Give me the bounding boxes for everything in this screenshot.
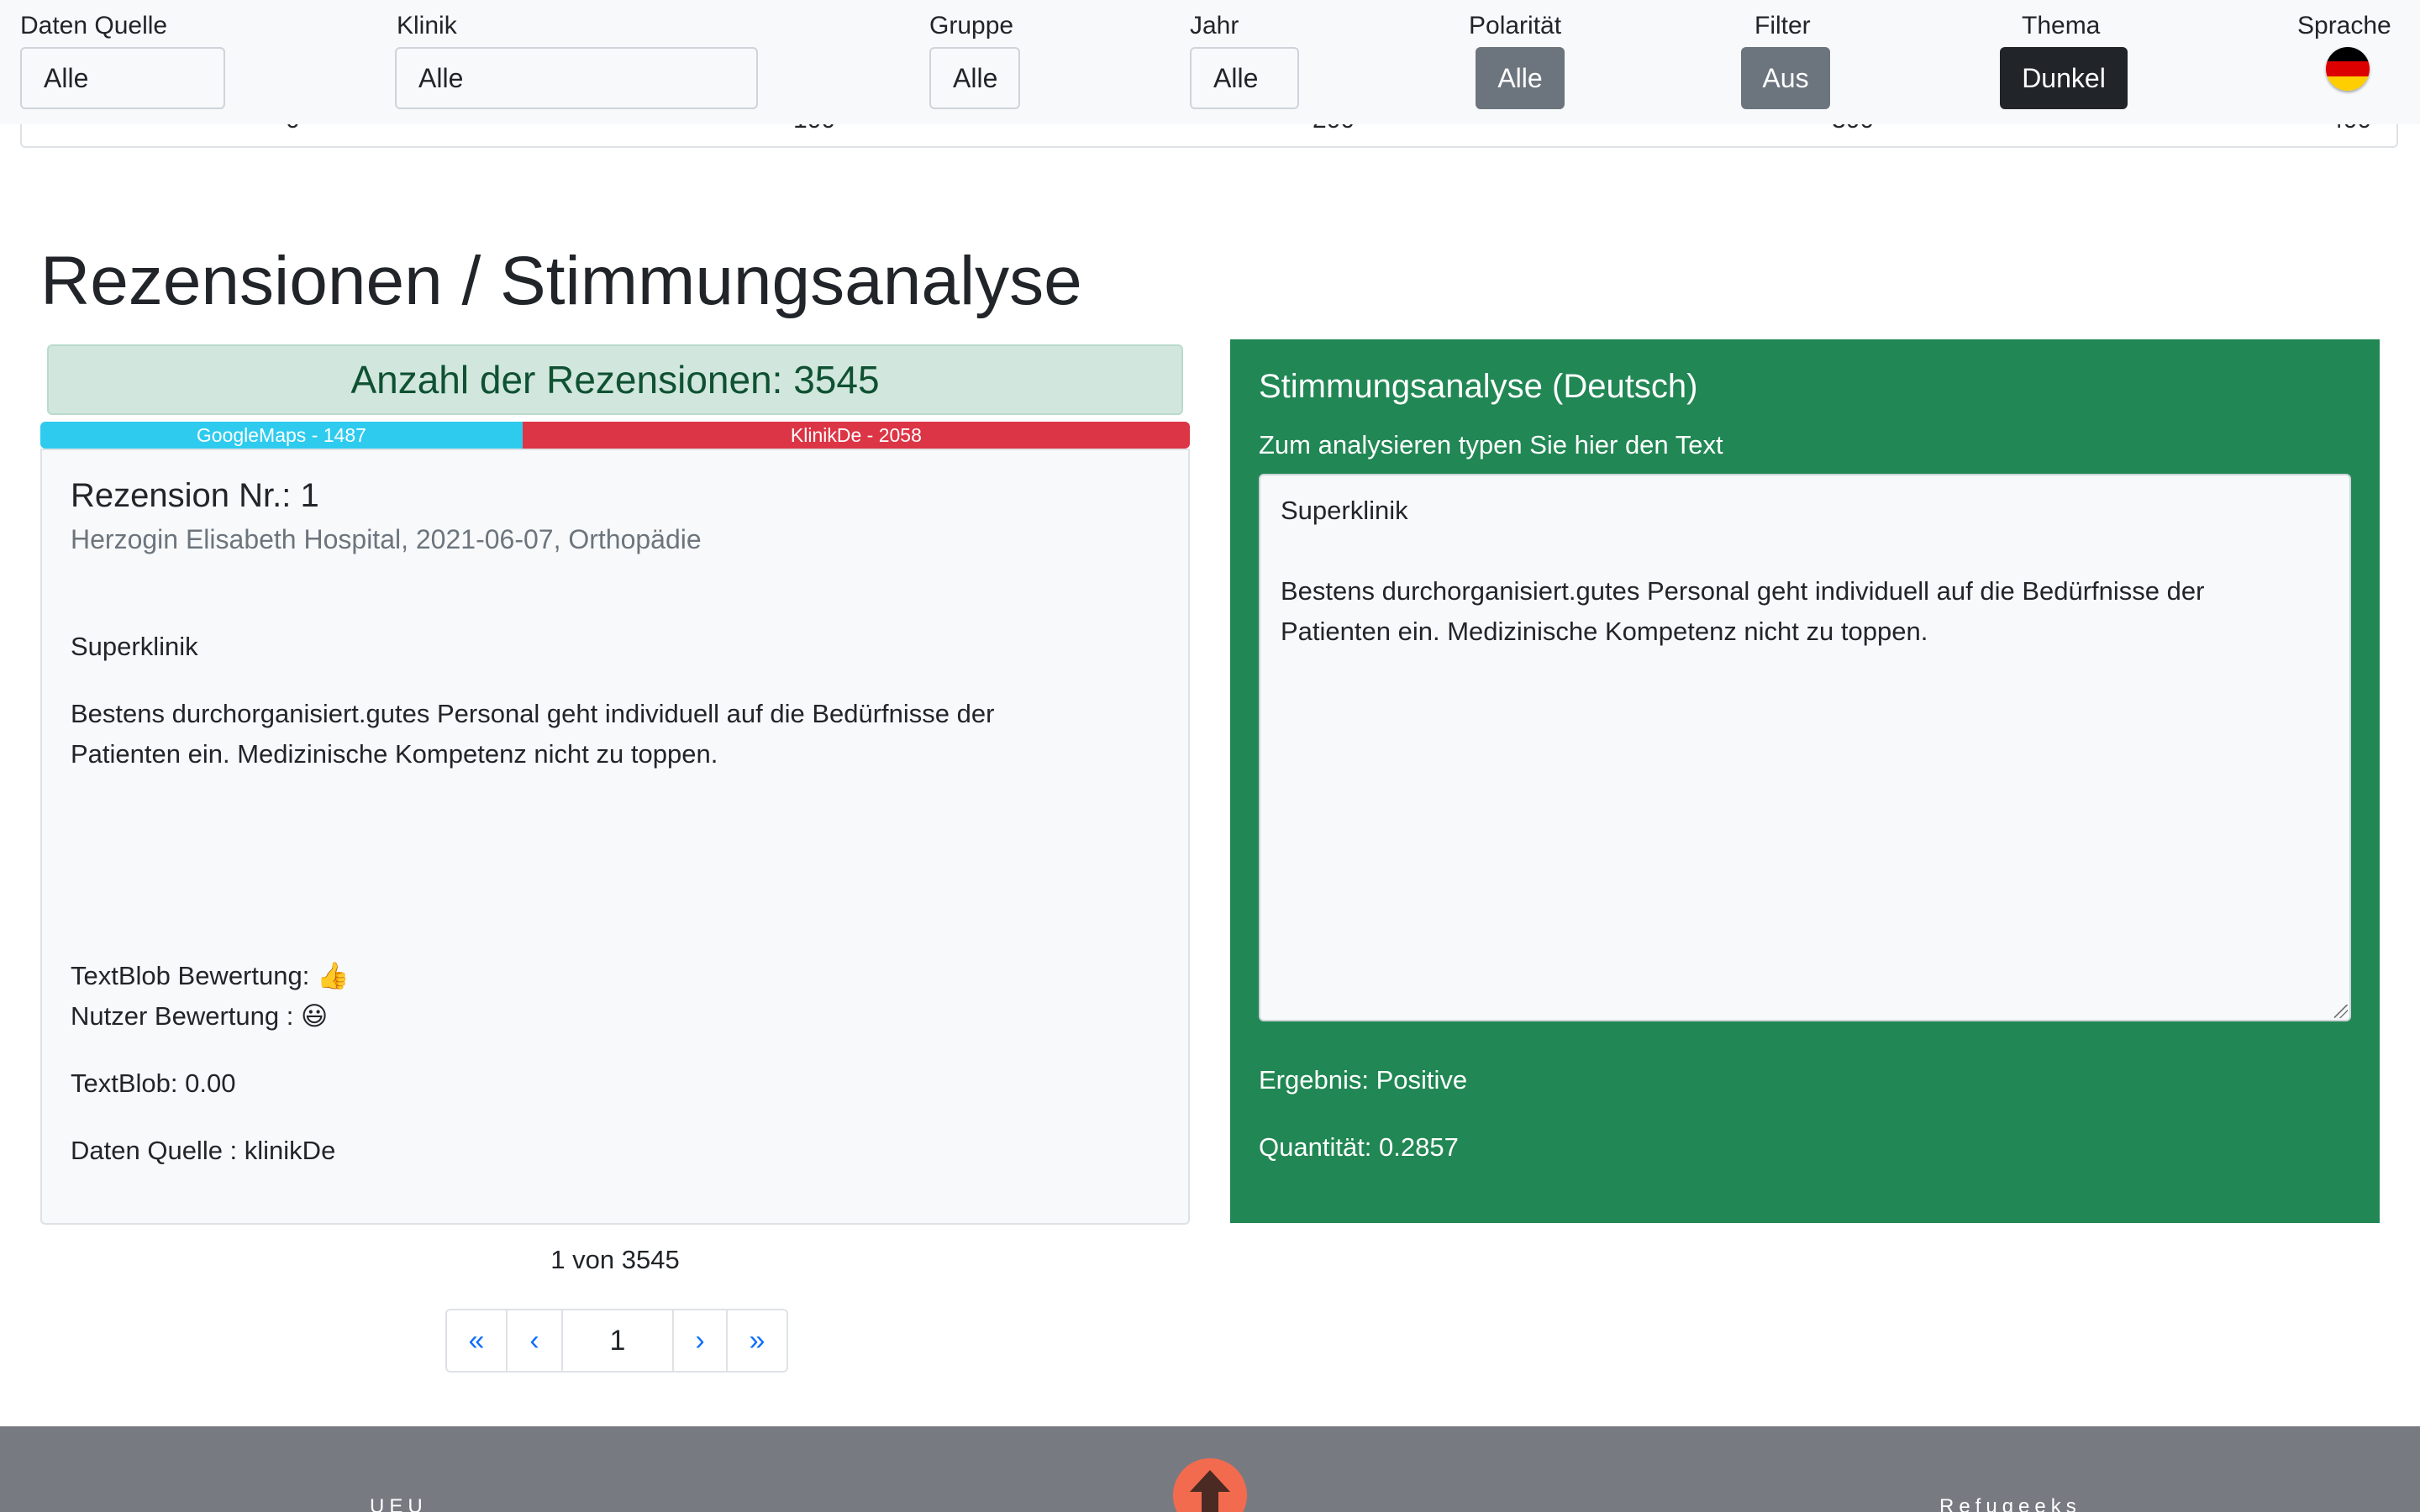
textblob-rating-label: TextBlob Bewertung: — [71, 961, 310, 990]
last-page-button[interactable]: » — [726, 1309, 788, 1373]
review-card: Rezension Nr.: 1 Herzogin Elisabeth Hosp… — [40, 449, 1190, 1225]
year-select[interactable]: Alle — [1190, 47, 1299, 109]
group-filter-label: Gruppe — [929, 12, 1014, 39]
footer-link-refugeeks[interactable]: Refugeeks — [1939, 1495, 2081, 1512]
language-label: Sprache — [2297, 12, 2391, 39]
review-title: Rezension Nr.: 1 — [71, 477, 319, 514]
sentiment-quantity: Quantität: 0.2857 — [1259, 1132, 1459, 1162]
source-select[interactable]: Alle — [20, 47, 225, 109]
arrow-up-icon — [1190, 1470, 1230, 1512]
footer: UEU Refugeeks — [0, 1426, 2420, 1512]
textblob-score: TextBlob: 0.00 — [71, 1068, 236, 1098]
theme-label: Thema — [2022, 12, 2101, 39]
filter-bar: Daten Quelle Alle Klinik Alle Gruppe All… — [0, 0, 2420, 124]
sentiment-prompt: Zum analysieren typen Sie hier den Text — [1259, 430, 1723, 459]
group-select[interactable]: Alle — [929, 47, 1020, 109]
year-filter-label: Jahr — [1190, 12, 1239, 39]
scroll-to-top-button[interactable] — [1173, 1458, 1247, 1512]
sentiment-result: Ergebnis: Positive — [1259, 1065, 1468, 1095]
next-page-button[interactable]: › — [672, 1309, 728, 1373]
review-body-line: Bestens durchorganisiert.gutes Personal … — [71, 699, 995, 728]
sentiment-title: Stimmungsanalyse (Deutsch) — [1259, 368, 1698, 405]
sentiment-textarea[interactable]: Superklinik Bestens durchorganisiert.gut… — [1259, 474, 2351, 1021]
review-subtitle: Herzogin Elisabeth Hospital, 2021-06-07,… — [71, 524, 702, 554]
germany-flag-icon[interactable] — [2326, 47, 2370, 91]
page-title: Rezensionen / Stimmungsanalyse — [40, 243, 1082, 319]
googlemaps-segment: GoogleMaps - 1487 — [40, 422, 523, 449]
filter-toggle-label: Filter — [1754, 12, 1811, 39]
pagination: « ‹ 1 › » — [445, 1309, 788, 1373]
smiley-icon: 😃 — [300, 1001, 329, 1031]
user-rating-label: Nutzer Bewertung : — [71, 1001, 294, 1031]
review-source: Daten Quelle : klinikDe — [71, 1136, 336, 1165]
theme-button[interactable]: Dunkel — [2000, 47, 2128, 109]
review-heading: Superklinik — [71, 632, 198, 661]
thumbs-up-icon: 👍 — [316, 961, 350, 990]
prev-page-button[interactable]: ‹ — [506, 1309, 563, 1373]
source-distribution-bar: GoogleMaps - 1487 KlinikDe - 2058 — [40, 422, 1190, 449]
klinikde-segment: KlinikDe - 2058 — [522, 422, 1190, 449]
page-number-input[interactable]: 1 — [561, 1309, 674, 1373]
review-count-banner: Anzahl der Rezensionen: 3545 — [47, 344, 1183, 415]
review-body-line: Patienten ein. Medizinische Kompetenz ni… — [71, 739, 718, 769]
polarity-filter-label: Polarität — [1469, 12, 1562, 39]
sentiment-card: Stimmungsanalyse (Deutsch) Zum analysier… — [1230, 339, 2380, 1223]
resize-handle-icon[interactable] — [2334, 1005, 2348, 1018]
footer-link-ueu[interactable]: UEU — [370, 1495, 428, 1512]
first-page-button[interactable]: « — [445, 1309, 508, 1373]
polarity-button[interactable]: Alle — [1476, 47, 1565, 109]
source-filter-label: Daten Quelle — [20, 12, 168, 39]
filter-toggle-button[interactable]: Aus — [1741, 47, 1830, 109]
clinic-filter-label: Klinik — [397, 12, 457, 39]
clinic-select[interactable]: Alle — [395, 47, 758, 109]
pagination-info: 1 von 3545 — [550, 1245, 680, 1274]
